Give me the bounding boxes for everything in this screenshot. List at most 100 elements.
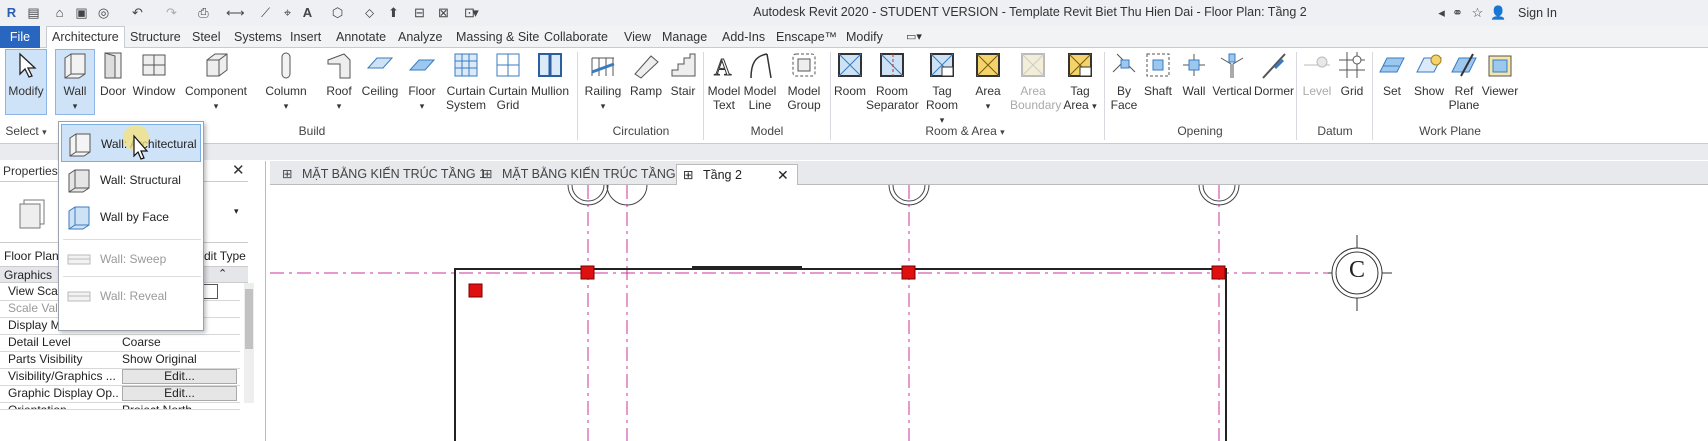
graphic-display-edit-button[interactable]: Edit... bbox=[122, 386, 237, 401]
print-icon[interactable]: ⎙ bbox=[196, 5, 211, 20]
close-view-tab-icon[interactable]: ✕ bbox=[777, 165, 789, 185]
tab-modify[interactable]: Modify bbox=[844, 29, 885, 47]
roof-button[interactable]: Roof ▾ bbox=[322, 50, 356, 113]
room-button[interactable]: Room bbox=[832, 50, 868, 98]
home-icon[interactable]: ▤ bbox=[26, 5, 41, 20]
tab-insert[interactable]: Insert bbox=[288, 29, 323, 47]
floor-button[interactable]: Floor ▾ bbox=[404, 50, 440, 113]
room-separator-button[interactable]: Room Separator bbox=[866, 50, 919, 112]
grid-icon bbox=[1339, 52, 1365, 78]
tab-manage[interactable]: Manage bbox=[660, 29, 709, 47]
tab-structure[interactable]: Structure bbox=[128, 29, 183, 47]
curtain-system-button[interactable]: Curtain System bbox=[444, 50, 488, 112]
level-button[interactable]: Level bbox=[1300, 50, 1334, 98]
tab-add-ins[interactable]: Add-Ins bbox=[720, 29, 767, 47]
star-icon[interactable]: ☆ bbox=[1470, 5, 1485, 20]
tag-icon[interactable]: ⌖ bbox=[280, 5, 295, 20]
ramp-button[interactable]: Ramp bbox=[628, 50, 664, 98]
3d-view-icon[interactable]: ⬡ bbox=[330, 5, 345, 20]
save-icon[interactable]: ▣ bbox=[74, 5, 89, 20]
collapse-icon[interactable]: ⌃ bbox=[218, 267, 227, 280]
menu-item-wall-sweep[interactable]: Wall: Sweep bbox=[61, 240, 201, 278]
text-icon[interactable]: A bbox=[300, 5, 315, 20]
left-arrow-icon[interactable]: ◂ bbox=[1434, 5, 1449, 20]
window-button[interactable]: Window bbox=[132, 50, 176, 98]
view-tab-3-active[interactable]: ⊞ Tầng 2 ✕ bbox=[676, 164, 798, 185]
parts-visibility-value[interactable]: Show Original bbox=[122, 351, 197, 368]
customize-icon[interactable]: ▾ bbox=[468, 5, 483, 20]
tag-room-button[interactable]: Tag Room ▾ bbox=[924, 50, 960, 127]
mullion-button[interactable]: Mullion bbox=[528, 50, 572, 98]
model-text-button[interactable]: A Model Text bbox=[706, 50, 742, 113]
grid-button[interactable]: Grid bbox=[1334, 50, 1370, 98]
panel-toggle-icon[interactable]: ▭▾ bbox=[904, 29, 924, 47]
menu-item-wall-by-face[interactable]: Wall by Face bbox=[61, 198, 201, 236]
vertical-opening-button[interactable]: Vertical bbox=[1212, 50, 1252, 98]
sign-in-link[interactable]: Sign In bbox=[1518, 6, 1557, 20]
ceiling-button[interactable]: Ceiling bbox=[360, 50, 400, 98]
dimension-icon[interactable]: ⟋ bbox=[258, 5, 273, 20]
model-group-button[interactable]: Model Group bbox=[782, 50, 826, 112]
tab-analyze[interactable]: Analyze bbox=[396, 29, 444, 47]
undo-icon[interactable]: ↶ bbox=[130, 5, 145, 20]
area-label: Area bbox=[975, 84, 1001, 98]
tab-steel[interactable]: Steel bbox=[190, 29, 223, 47]
column-button[interactable]: Column ▾ bbox=[264, 50, 308, 113]
type-filter-label[interactable]: Floor Plan bbox=[4, 249, 59, 263]
group-room-area[interactable]: Room & Area ▾ bbox=[890, 124, 1040, 138]
thin-lines-icon[interactable]: ⊟ bbox=[412, 5, 427, 20]
menu-item-wall-structural[interactable]: Wall: Structural bbox=[61, 161, 201, 199]
tab-view[interactable]: View bbox=[622, 29, 653, 47]
grid-bubble-label[interactable]: C bbox=[1344, 257, 1370, 284]
vertical-label: Vertical bbox=[1212, 84, 1252, 98]
view-tab-2[interactable]: ⊞ MẶT BẰNG KIẾN TRÚC TẦNG 2 bbox=[476, 164, 686, 185]
curtain-grid-button[interactable]: Curtain Grid bbox=[488, 50, 528, 112]
orientation-value[interactable]: Project North bbox=[122, 402, 192, 409]
drawing-canvas[interactable]: C bbox=[270, 185, 1708, 441]
wall-button[interactable]: Wall ▾ bbox=[55, 50, 95, 113]
tab-massing-site[interactable]: Massing & Site bbox=[454, 29, 541, 47]
group-select[interactable]: Select ▾ bbox=[4, 124, 48, 138]
open-icon[interactable]: ⌂ bbox=[52, 5, 67, 20]
tab-enscape[interactable]: Enscape™ bbox=[774, 29, 839, 47]
user-icon[interactable]: 👤 bbox=[1490, 5, 1506, 20]
detail-level-value[interactable]: Coarse bbox=[122, 334, 161, 351]
model-line-button[interactable]: Model Line bbox=[742, 50, 778, 112]
modify-button[interactable]: Modify bbox=[5, 50, 47, 98]
shaft-button[interactable]: Shaft bbox=[1140, 50, 1176, 98]
visibility-graphics-edit-button[interactable]: Edit... bbox=[122, 369, 237, 384]
properties-close-icon[interactable]: ✕ bbox=[232, 161, 245, 179]
ref-plane-button[interactable]: Ref Plane bbox=[1446, 50, 1482, 112]
close-hidden-icon[interactable]: ⊠ bbox=[436, 5, 451, 20]
tab-annotate[interactable]: Annotate bbox=[334, 29, 388, 47]
component-button[interactable]: Component ▾ bbox=[184, 50, 248, 113]
elevation-icon[interactable]: ⬆ bbox=[386, 5, 401, 20]
railing-button[interactable]: Railing ▾ bbox=[582, 50, 624, 113]
show-button[interactable]: Show bbox=[1410, 50, 1448, 98]
tab-architecture[interactable]: Architecture bbox=[46, 26, 125, 48]
wall-opening-button[interactable]: Wall bbox=[1176, 50, 1212, 98]
sync-icon[interactable]: ◎ bbox=[96, 5, 111, 20]
door-button[interactable]: Door bbox=[98, 50, 128, 98]
tab-collaborate[interactable]: Collaborate bbox=[542, 29, 610, 47]
section-icon[interactable]: ⬦ bbox=[362, 5, 377, 20]
opening-by-face-button[interactable]: By Face bbox=[1106, 50, 1142, 112]
redo-icon[interactable]: ↷ bbox=[164, 5, 179, 20]
menu-item-wall-reveal[interactable]: Wall: Reveal bbox=[61, 277, 201, 315]
properties-scrollbar[interactable] bbox=[244, 283, 254, 403]
type-selector-arrow-icon[interactable]: ▾ bbox=[234, 206, 239, 217]
set-button[interactable]: Set bbox=[1374, 50, 1410, 98]
area-boundary-button[interactable]: Area Boundary bbox=[1010, 50, 1061, 112]
view-tab-1[interactable]: ⊞ MẶT BẰNG KIẾN TRÚC TẦNG 1 bbox=[276, 164, 486, 185]
stair-button[interactable]: Stair bbox=[666, 50, 700, 98]
dormer-button[interactable]: Dormer bbox=[1254, 50, 1294, 98]
area-button[interactable]: Area ▾ bbox=[970, 50, 1006, 113]
tag-area-button[interactable]: Tag Area ▾ bbox=[1062, 50, 1098, 113]
revit-logo-icon[interactable]: R bbox=[4, 5, 19, 20]
view-tab-bar: ⊞ MẶT BẰNG KIẾN TRÚC TẦNG 1 ⊞ MẶT BẰNG KIẾ… bbox=[270, 161, 1708, 185]
viewer-button[interactable]: Viewer bbox=[1478, 50, 1522, 98]
tab-systems[interactable]: Systems bbox=[232, 29, 284, 47]
measure-icon[interactable]: ⟷ bbox=[226, 5, 245, 20]
binoculars-icon[interactable]: ⚭ bbox=[1450, 5, 1465, 20]
tab-file[interactable]: File bbox=[0, 26, 40, 48]
